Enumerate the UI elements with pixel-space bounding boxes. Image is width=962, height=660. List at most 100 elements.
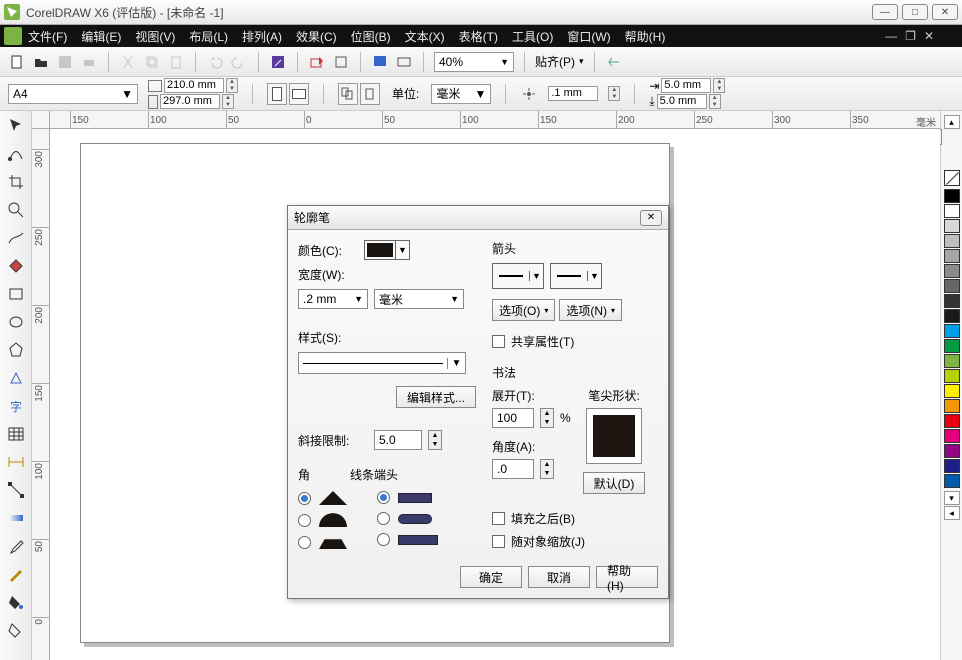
- publish-button[interactable]: [332, 53, 350, 71]
- ellipse-tool[interactable]: [5, 311, 27, 333]
- zoom-select[interactable]: 40%▼: [434, 52, 514, 72]
- width-spinner[interactable]: ▲▼: [226, 78, 238, 93]
- cut-button[interactable]: [119, 53, 137, 71]
- shape-tool[interactable]: [5, 143, 27, 165]
- width-unit-select[interactable]: 毫米▼: [374, 289, 464, 309]
- arrow-end-select[interactable]: ▼: [550, 263, 602, 289]
- interactive-fill-tool[interactable]: [5, 619, 27, 641]
- cap-round-radio[interactable]: [377, 512, 390, 525]
- palette-flyout-button[interactable]: ◂: [944, 506, 960, 520]
- behind-fill-checkbox[interactable]: [492, 512, 505, 525]
- stretch-input[interactable]: 100: [492, 408, 534, 428]
- color-swatch[interactable]: [944, 234, 960, 248]
- color-swatch[interactable]: [944, 294, 960, 308]
- mdi-restore-button[interactable]: ❐: [905, 29, 916, 43]
- dimension-tool[interactable]: [5, 451, 27, 473]
- rectangle-tool[interactable]: [5, 283, 27, 305]
- color-dropdown[interactable]: ▼: [364, 240, 410, 260]
- cap-flat-radio[interactable]: [377, 491, 390, 504]
- cap-square-radio[interactable]: [377, 533, 390, 546]
- all-pages-button[interactable]: [338, 83, 358, 105]
- interactive-tool[interactable]: [5, 507, 27, 529]
- cancel-button[interactable]: 取消: [528, 566, 590, 588]
- close-button[interactable]: ✕: [932, 4, 958, 20]
- export-button[interactable]: [308, 53, 326, 71]
- no-fill-swatch[interactable]: [944, 170, 960, 186]
- color-swatch[interactable]: [944, 279, 960, 293]
- palette-scroll-down-button[interactable]: ▾: [944, 491, 960, 505]
- welcome-button[interactable]: [395, 53, 413, 71]
- color-swatch[interactable]: [944, 189, 960, 203]
- color-swatch[interactable]: [944, 249, 960, 263]
- mdi-close-button[interactable]: ✕: [924, 29, 934, 43]
- app-launcher-button[interactable]: [371, 53, 389, 71]
- paper-size-select[interactable]: A4▼: [8, 84, 138, 104]
- open-button[interactable]: [32, 53, 50, 71]
- menu-table[interactable]: 表格(T): [459, 28, 498, 45]
- menu-bitmap[interactable]: 位图(B): [351, 28, 391, 45]
- dup-x-spinner[interactable]: ▲▼: [713, 78, 725, 93]
- dup-x-input[interactable]: 5.0 mm: [661, 78, 711, 93]
- color-swatch[interactable]: [944, 309, 960, 323]
- menu-arrange[interactable]: 排列(A): [242, 28, 282, 45]
- unit-select[interactable]: 毫米▼: [431, 84, 491, 104]
- menu-edit[interactable]: 编辑(E): [81, 28, 121, 45]
- arrow-start-select[interactable]: ▼: [492, 263, 544, 289]
- dialog-titlebar[interactable]: 轮廓笔 ✕: [288, 206, 668, 230]
- outline-tool[interactable]: [5, 563, 27, 585]
- arrow-options-right-button[interactable]: 选项(N) ▾: [559, 299, 622, 321]
- angle-input[interactable]: .0: [492, 459, 534, 479]
- palette-scroll-up-button[interactable]: ▴: [944, 115, 960, 129]
- corner-sharp-radio[interactable]: [298, 492, 311, 505]
- connector-tool[interactable]: [5, 479, 27, 501]
- menu-window[interactable]: 窗口(W): [567, 28, 610, 45]
- dialog-close-button[interactable]: ✕: [640, 210, 662, 226]
- corner-bevel-radio[interactable]: [298, 536, 311, 549]
- dup-y-input[interactable]: 5.0 mm: [657, 94, 707, 109]
- snap-dropdown[interactable]: 贴齐(P) ▾: [535, 53, 584, 70]
- style-select[interactable]: ▼: [298, 352, 466, 374]
- zoom-tool[interactable]: [5, 199, 27, 221]
- paste-button[interactable]: [167, 53, 185, 71]
- save-button[interactable]: [56, 53, 74, 71]
- menu-tools[interactable]: 工具(O): [512, 28, 553, 45]
- menu-text[interactable]: 文本(X): [405, 28, 445, 45]
- ruler-horizontal[interactable]: 毫米 15010050050100150200250300350: [50, 111, 940, 129]
- eyedropper-tool[interactable]: [5, 535, 27, 557]
- import-button[interactable]: [269, 53, 287, 71]
- smart-fill-tool[interactable]: [5, 255, 27, 277]
- minimize-button[interactable]: —: [872, 4, 898, 20]
- color-swatch[interactable]: [944, 354, 960, 368]
- ruler-vertical[interactable]: 300250200150100500: [32, 129, 50, 660]
- corner-round-radio[interactable]: [298, 514, 311, 527]
- page-width-input[interactable]: 210.0 mm: [164, 78, 224, 93]
- color-swatch[interactable]: [944, 444, 960, 458]
- print-button[interactable]: [80, 53, 98, 71]
- freehand-tool[interactable]: [5, 227, 27, 249]
- copy-button[interactable]: [143, 53, 161, 71]
- text-tool[interactable]: 字: [5, 395, 27, 417]
- nudge-spinner[interactable]: ▲▼: [608, 86, 620, 101]
- default-button[interactable]: 默认(D): [583, 472, 646, 494]
- color-swatch[interactable]: [944, 219, 960, 233]
- help-button[interactable]: 帮助(H): [596, 566, 658, 588]
- menu-view[interactable]: 视图(V): [135, 28, 175, 45]
- undo-button[interactable]: [206, 53, 224, 71]
- color-swatch[interactable]: [944, 384, 960, 398]
- width-select[interactable]: .2 mm▼: [298, 289, 368, 309]
- menu-layout[interactable]: 布局(L): [189, 28, 228, 45]
- new-button[interactable]: [8, 53, 26, 71]
- maximize-button[interactable]: □: [902, 4, 928, 20]
- edit-style-button[interactable]: 编辑样式...: [396, 386, 476, 408]
- share-attr-checkbox[interactable]: [492, 335, 505, 348]
- landscape-button[interactable]: [289, 83, 309, 105]
- scale-with-checkbox[interactable]: [492, 535, 505, 548]
- crop-tool[interactable]: [5, 171, 27, 193]
- color-swatch[interactable]: [944, 264, 960, 278]
- color-swatch[interactable]: [944, 339, 960, 353]
- pick-tool[interactable]: [5, 115, 27, 137]
- mdi-minimize-button[interactable]: —: [885, 29, 897, 43]
- miter-input[interactable]: 5.0: [374, 430, 422, 450]
- page-height-input[interactable]: 297.0 mm: [160, 94, 220, 109]
- miter-spinner[interactable]: ▲▼: [428, 430, 442, 450]
